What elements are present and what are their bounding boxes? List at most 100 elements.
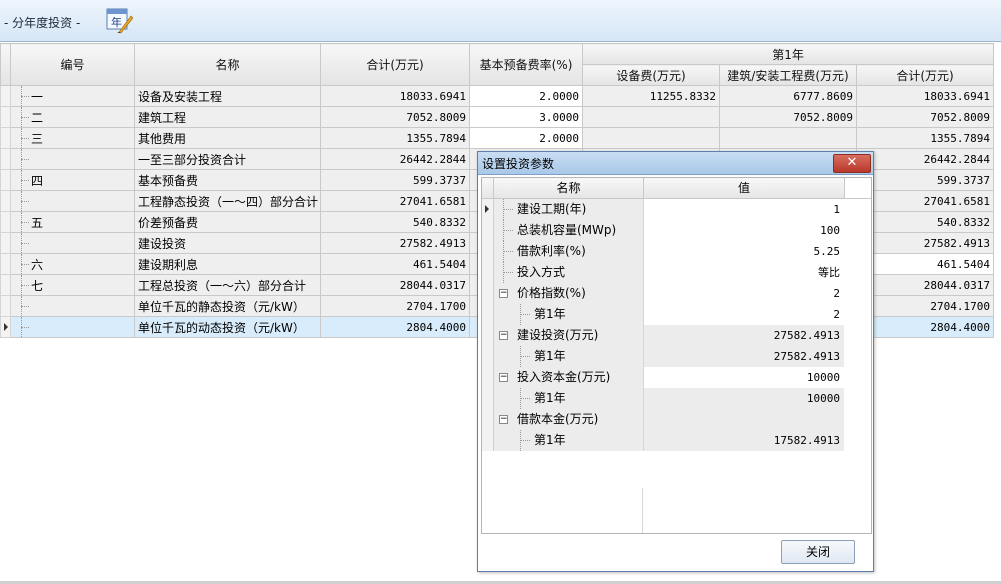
cell-name[interactable]: 单位千瓦的动态投资（元/kW） <box>134 316 321 338</box>
row-indicator[interactable] <box>0 169 11 191</box>
prop-row[interactable]: 借款利率(%) 5.25 <box>482 241 871 262</box>
cell-total[interactable]: 26442.2844 <box>320 148 470 170</box>
col-header-build[interactable]: 建筑/安装工程费(万元) <box>719 64 857 86</box>
cell-total[interactable]: 540.8332 <box>320 211 470 233</box>
cell-total[interactable]: 28044.0317 <box>320 274 470 296</box>
cell-total[interactable]: 18033.6941 <box>320 85 470 107</box>
cell-name[interactable]: 一至三部分投资合计 <box>134 148 321 170</box>
cell-name[interactable]: 工程总投资（一～六）部分合计 <box>134 274 321 296</box>
cell-code[interactable] <box>10 148 135 170</box>
cell-code[interactable] <box>10 232 135 254</box>
table-row[interactable]: 一 设备及安装工程 18033.6941 2.0000 11255.8332 6… <box>0 85 995 107</box>
row-indicator[interactable] <box>0 127 11 149</box>
cell-total[interactable]: 1355.7894 <box>320 127 470 149</box>
prop-value[interactable]: 5.25 <box>644 241 844 262</box>
cell-equip[interactable] <box>582 106 720 128</box>
cell-code[interactable]: 五 <box>10 211 135 233</box>
prop-row[interactable]: 投入方式 等比 <box>482 262 871 283</box>
col-header-equip[interactable]: 设备费(万元) <box>582 64 720 86</box>
cell-year-total[interactable]: 27582.4913 <box>855 232 995 254</box>
cell-code[interactable]: 六 <box>10 253 135 275</box>
cell-code[interactable]: 四 <box>10 169 135 191</box>
row-indicator[interactable] <box>0 85 11 107</box>
prop-value[interactable]: 等比 <box>644 262 844 283</box>
prop-row[interactable]: 建设工期(年) 1 <box>482 199 871 220</box>
cell-code[interactable] <box>10 316 135 338</box>
cell-code[interactable]: 三 <box>10 127 135 149</box>
cell-name[interactable]: 建设投资 <box>134 232 321 254</box>
cell-code[interactable]: 七 <box>10 274 135 296</box>
cell-name[interactable]: 其他费用 <box>134 127 321 149</box>
cell-total[interactable]: 7052.8009 <box>320 106 470 128</box>
year-calendar-icon[interactable]: 年 <box>105 6 134 34</box>
cell-build[interactable]: 6777.8609 <box>719 85 857 107</box>
cell-year-total[interactable]: 461.5404 <box>855 253 995 275</box>
row-indicator[interactable] <box>0 148 11 170</box>
col-header-total[interactable]: 合计(万元) <box>320 43 470 86</box>
col-header-year-total[interactable]: 合计(万元) <box>855 64 995 86</box>
row-indicator[interactable] <box>0 190 11 212</box>
prop-row[interactable]: − 价格指数(%) 2 <box>482 283 871 304</box>
prop-row[interactable]: − 建设投资(万元) 27582.4913 <box>482 325 871 346</box>
cell-total[interactable]: 27582.4913 <box>320 232 470 254</box>
prop-row[interactable]: 第1年 17582.4913 <box>482 430 871 451</box>
cell-year-total[interactable]: 18033.6941 <box>855 85 995 107</box>
cell-total[interactable]: 2804.4000 <box>320 316 470 338</box>
row-indicator[interactable] <box>0 295 11 317</box>
cell-rate[interactable]: 3.0000 <box>469 106 583 128</box>
row-indicator[interactable] <box>0 253 11 275</box>
cell-equip[interactable]: 11255.8332 <box>582 85 720 107</box>
cell-year-total[interactable]: 27041.6581 <box>855 190 995 212</box>
cell-total[interactable]: 27041.6581 <box>320 190 470 212</box>
cell-name[interactable]: 单位千瓦的静态投资（元/kW） <box>134 295 321 317</box>
table-row[interactable]: 二 建筑工程 7052.8009 3.0000 7052.8009 7052.8… <box>0 106 995 128</box>
cell-code[interactable]: 一 <box>10 85 135 107</box>
cell-total[interactable]: 2704.1700 <box>320 295 470 317</box>
prop-row[interactable]: − 投入资本金(万元) 10000 <box>482 367 871 388</box>
cell-name[interactable]: 价差预备费 <box>134 211 321 233</box>
row-indicator[interactable] <box>0 211 11 233</box>
cell-name[interactable]: 建筑工程 <box>134 106 321 128</box>
cell-year-total[interactable]: 7052.8009 <box>855 106 995 128</box>
row-indicator[interactable] <box>0 274 11 296</box>
cell-year-total[interactable]: 2804.4000 <box>855 316 995 338</box>
cell-year-total[interactable]: 28044.0317 <box>855 274 995 296</box>
collapse-toggle-icon[interactable]: − <box>499 289 508 298</box>
col-header-code[interactable]: 编号 <box>10 43 135 86</box>
cell-name[interactable]: 工程静态投资（一～四）部分合计 <box>134 190 321 212</box>
dialog-close-icon[interactable]: ✕ <box>833 154 871 173</box>
cell-equip[interactable] <box>582 127 720 149</box>
cell-build[interactable]: 7052.8009 <box>719 106 857 128</box>
cell-year-total[interactable]: 2704.1700 <box>855 295 995 317</box>
cell-year-total[interactable]: 599.3737 <box>855 169 995 191</box>
prop-row[interactable]: 第1年 2 <box>482 304 871 325</box>
cell-rate[interactable]: 2.0000 <box>469 127 583 149</box>
cell-total[interactable]: 599.3737 <box>320 169 470 191</box>
collapse-toggle-icon[interactable]: − <box>499 373 508 382</box>
row-indicator[interactable] <box>0 106 11 128</box>
collapse-toggle-icon[interactable]: − <box>499 331 508 340</box>
prop-value[interactable]: 2 <box>644 304 844 325</box>
prop-row[interactable]: 第1年 27582.4913 <box>482 346 871 367</box>
cell-code[interactable] <box>10 295 135 317</box>
cell-code[interactable]: 二 <box>10 106 135 128</box>
collapse-toggle-icon[interactable]: − <box>499 415 508 424</box>
cell-year-total[interactable]: 540.8332 <box>855 211 995 233</box>
cell-name[interactable]: 基本预备费 <box>134 169 321 191</box>
col-header-rate[interactable]: 基本预备费率(%) <box>469 43 583 86</box>
prop-row[interactable]: − 借款本金(万元) <box>482 409 871 430</box>
close-button[interactable]: 关闭 <box>781 540 855 564</box>
cell-name[interactable]: 设备及安装工程 <box>134 85 321 107</box>
prop-row[interactable]: 总装机容量(MWp) 100 <box>482 220 871 241</box>
cell-rate[interactable]: 2.0000 <box>469 85 583 107</box>
row-indicator[interactable] <box>0 316 11 338</box>
prop-value[interactable]: 2 <box>644 283 844 304</box>
prop-value[interactable]: 10000 <box>644 367 844 388</box>
row-indicator[interactable] <box>0 232 11 254</box>
prop-value[interactable]: 100 <box>644 220 844 241</box>
cell-code[interactable] <box>10 190 135 212</box>
cell-year-total[interactable]: 26442.2844 <box>855 148 995 170</box>
dialog-titlebar[interactable]: 设置投资参数 ✕ <box>478 152 873 175</box>
prop-row[interactable]: 第1年 10000 <box>482 388 871 409</box>
prop-value[interactable]: 1 <box>644 199 844 220</box>
